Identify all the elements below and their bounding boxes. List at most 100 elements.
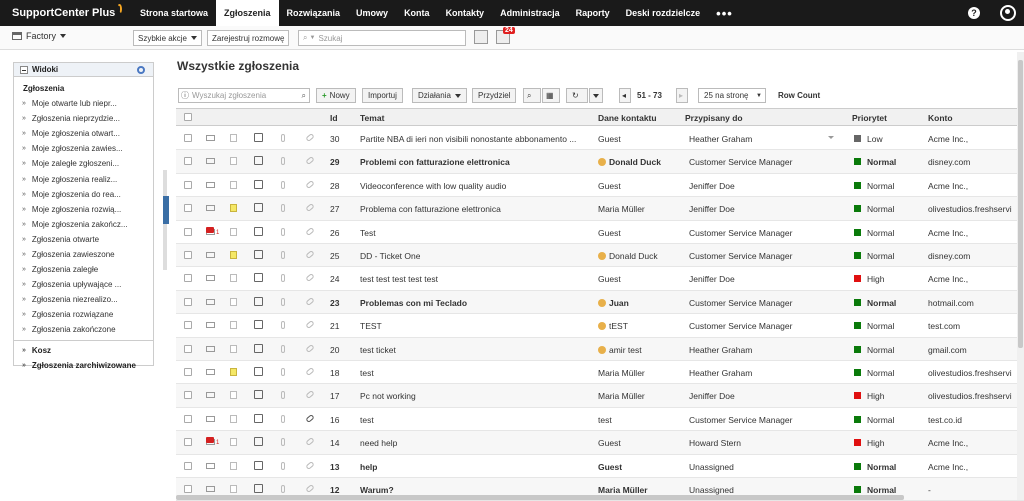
table-row[interactable]: 27 Problema con fatturazione elettronica M…: [176, 197, 1024, 221]
envelope-icon[interactable]: [206, 275, 215, 282]
cell-subject[interactable]: test test test test test: [360, 274, 438, 284]
sidebar-item[interactable]: » Moje zgłoszenia otwart...: [14, 126, 153, 141]
envelope-icon[interactable]: [206, 415, 215, 422]
cell-assignee[interactable]: Unassigned: [689, 485, 734, 495]
envelope-icon[interactable]: [206, 392, 215, 399]
envelope-icon[interactable]: [206, 205, 215, 212]
sidebar-item[interactable]: » Moje zgłoszenia realiz...: [14, 171, 153, 186]
link-icon[interactable]: [305, 226, 315, 236]
table-row[interactable]: 20 test ticket amir test Heather Graham Norm…: [176, 337, 1024, 361]
attachment-icon[interactable]: [281, 321, 285, 330]
attachment-icon[interactable]: [281, 461, 285, 470]
edit-icon[interactable]: [254, 390, 263, 400]
edit-icon[interactable]: [254, 133, 263, 142]
note-icon[interactable]: [230, 461, 237, 470]
attachment-icon[interactable]: [281, 391, 285, 400]
cell-contact[interactable]: Guest: [598, 181, 621, 191]
row-checkbox[interactable]: [184, 157, 192, 166]
cell-account[interactable]: -: [928, 485, 931, 495]
tab-contacts[interactable]: Kontakty: [438, 0, 493, 26]
link-icon[interactable]: [305, 484, 315, 493]
cell-contact[interactable]: Juan: [598, 298, 629, 308]
link-icon[interactable]: [305, 460, 315, 470]
note-icon[interactable]: [230, 391, 237, 400]
link-icon[interactable]: [305, 413, 315, 423]
cell-account[interactable]: olivestudios.freshservi: [928, 391, 1012, 401]
tab-admin[interactable]: Administracja: [492, 0, 568, 26]
note-icon[interactable]: [230, 297, 237, 306]
row-checkbox[interactable]: [184, 344, 192, 353]
vertical-scrollbar-thumb[interactable]: [1018, 60, 1023, 348]
table-row[interactable]: 13 help Guest Unassigned Normal Acme Inc.,: [176, 455, 1024, 478]
edit-icon[interactable]: [254, 273, 263, 283]
cell-assignee[interactable]: Jeniffer Doe: [689, 181, 735, 191]
attachment-icon[interactable]: [281, 251, 285, 259]
note-icon[interactable]: [230, 414, 237, 423]
link-icon[interactable]: [305, 179, 315, 189]
edit-icon[interactable]: [254, 250, 263, 259]
refresh-icon[interactable]: ↻: [566, 88, 588, 103]
cell-contact[interactable]: amir test: [598, 345, 642, 355]
cell-assignee[interactable]: Unassigned: [689, 462, 734, 472]
row-checkbox[interactable]: [184, 321, 192, 330]
cell-contact[interactable]: Guest: [598, 462, 622, 472]
attachment-icon[interactable]: [281, 344, 285, 353]
sidebar-item[interactable]: » Zgłoszenia zawieszone: [14, 247, 153, 262]
cell-subject[interactable]: need help: [360, 438, 397, 448]
note-icon[interactable]: [230, 204, 237, 213]
cell-subject[interactable]: DD - Ticket One: [360, 251, 420, 261]
table-row[interactable]: 1 26 Test Guest Customer Service Manager Norm…: [176, 221, 1024, 244]
gear-icon[interactable]: [137, 66, 145, 74]
next-page-button[interactable]: ▸: [676, 88, 688, 103]
note-icon[interactable]: [230, 180, 237, 189]
envelope-icon[interactable]: [206, 322, 215, 329]
cell-contact[interactable]: Donald Duck: [598, 251, 658, 261]
attachment-icon[interactable]: [281, 485, 285, 493]
cell-account[interactable]: gmail.com: [928, 345, 967, 355]
actions-dropdown[interactable]: Działania: [412, 88, 467, 103]
edit-icon[interactable]: [254, 226, 263, 236]
cell-account[interactable]: Acme Inc.,: [928, 438, 968, 448]
cell-assignee[interactable]: Customer Service Manager: [689, 298, 792, 308]
column-header-id[interactable]: Id: [330, 113, 338, 123]
link-icon[interactable]: [305, 250, 315, 259]
column-header-contact[interactable]: Dane kontaktu: [598, 113, 657, 123]
edit-icon[interactable]: [254, 460, 263, 470]
envelope-icon[interactable]: [206, 486, 215, 492]
alarm-icon[interactable]: [206, 226, 214, 233]
edit-icon[interactable]: [254, 320, 263, 330]
row-checkbox[interactable]: [184, 485, 192, 493]
envelope-icon[interactable]: [206, 345, 215, 352]
tab-requests[interactable]: Zgłoszenia: [216, 0, 279, 26]
sidebar-item-trash[interactable]: » Kosz: [14, 343, 153, 358]
global-search-input[interactable]: ⌕ ▼ Szukaj: [298, 30, 466, 46]
link-icon[interactable]: [305, 203, 315, 213]
row-checkbox[interactable]: [184, 274, 192, 283]
search-icon[interactable]: ⌕: [523, 88, 541, 103]
tab-home[interactable]: Strona startowa: [132, 0, 216, 26]
cell-account[interactable]: test.co.id: [928, 415, 962, 425]
sidebar-toggle-handle[interactable]: [163, 196, 169, 224]
sidebar-item[interactable]: » Moje zaległe zgłoszeni...: [14, 156, 153, 171]
cell-account[interactable]: olivestudios.freshservi: [928, 204, 1012, 214]
edit-icon[interactable]: [254, 203, 263, 213]
envelope-icon[interactable]: [206, 181, 215, 188]
log-call-button[interactable]: Zarejestruj rozmowę: [207, 30, 290, 46]
cell-subject[interactable]: TEST: [360, 321, 382, 331]
columns-icon[interactable]: ▦: [542, 88, 560, 103]
views-header[interactable]: Widoki: [14, 63, 153, 77]
cell-contact[interactable]: Donald Duck: [598, 157, 661, 167]
note-icon[interactable]: [230, 321, 237, 330]
note-icon[interactable]: [230, 368, 237, 376]
note-icon[interactable]: [230, 344, 237, 353]
table-row[interactable]: 18 test Maria Müller Heather Graham Normal ol…: [176, 361, 1024, 385]
note-icon[interactable]: [230, 227, 237, 236]
cell-subject[interactable]: Pc not working: [360, 391, 416, 401]
sidebar-item[interactable]: » Moje otwarte lub niepr...: [14, 96, 153, 111]
new-request-button[interactable]: + Nowy: [316, 88, 356, 103]
cell-contact[interactable]: test: [598, 415, 612, 425]
row-checkbox[interactable]: [184, 438, 192, 447]
tab-reports[interactable]: Raporty: [568, 0, 618, 26]
tab-accounts[interactable]: Konta: [396, 0, 438, 26]
cell-account[interactable]: disney.com: [928, 157, 970, 167]
